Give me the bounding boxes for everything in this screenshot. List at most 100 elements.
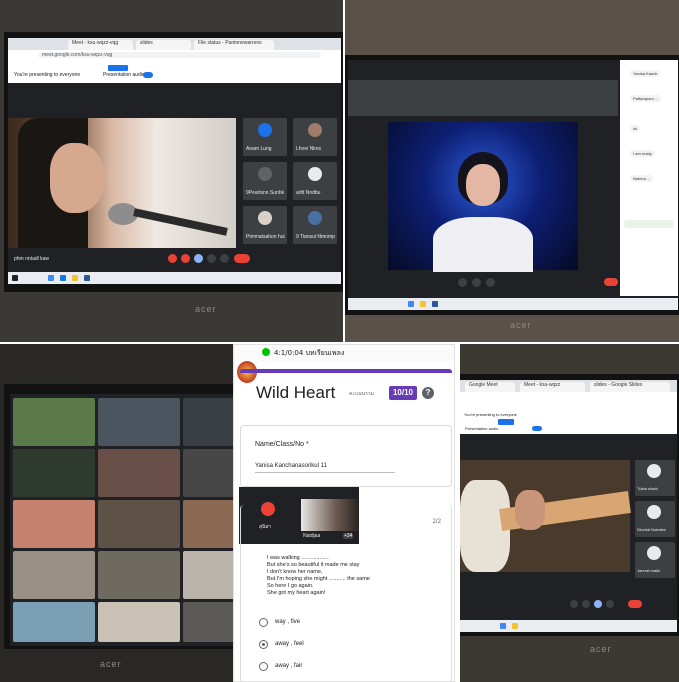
option-radio[interactable] xyxy=(259,662,268,671)
presentation-audio-label: Presentation audio xyxy=(103,72,145,78)
browser-tab[interactable]: slides xyxy=(136,40,191,50)
participant-tile[interactable]: Anam Lung xyxy=(243,118,287,156)
screen: Google Meet Meet - ksu-wqzz slides - Goo… xyxy=(460,380,677,632)
participant-tile[interactable] xyxy=(183,602,236,642)
participant-name: Tukta ubahi xyxy=(637,486,658,491)
start-icon[interactable] xyxy=(12,275,18,281)
windows-taskbar xyxy=(348,298,678,310)
stop-presenting-button[interactable] xyxy=(498,419,514,425)
participant-tile[interactable]: Tukta ubahi xyxy=(635,460,675,496)
presentation-audio-toggle[interactable] xyxy=(532,426,542,431)
word-icon[interactable] xyxy=(84,275,90,281)
chat-message: Natcha ... xyxy=(630,175,654,182)
participant-tile[interactable] xyxy=(98,398,180,446)
more-options-button[interactable] xyxy=(606,600,614,608)
participant-tile[interactable]: Lhoei Nkns xyxy=(293,118,337,156)
hand-button[interactable] xyxy=(220,254,229,263)
participant-tile[interactable] xyxy=(13,500,95,548)
screen: Meet - ksu-wqzz-vqg slides File status -… xyxy=(8,38,341,284)
lyrics-line: But I'm hoping she might ........... the… xyxy=(267,576,370,582)
end-call-button[interactable] xyxy=(604,278,618,286)
participant-tile[interactable] xyxy=(183,500,236,548)
option-label: away , fair xyxy=(275,663,303,669)
participant-tile[interactable] xyxy=(13,551,95,599)
presentation-audio-toggle[interactable] xyxy=(143,72,153,78)
laptop-brand: acer xyxy=(100,659,122,669)
mic-button[interactable] xyxy=(168,254,177,263)
participant-tile[interactable]: Sinchai Bubalee xyxy=(635,501,675,537)
url-input[interactable]: meet.google.com/ksu-wqzz-vqg xyxy=(38,52,321,58)
option-radio-selected[interactable] xyxy=(259,640,268,649)
participant-name: Lhoei Nkns xyxy=(296,146,322,152)
chrome-icon[interactable] xyxy=(48,275,54,281)
edge-icon[interactable] xyxy=(60,275,66,281)
participant-tile[interactable] xyxy=(183,551,236,599)
participant-name: Anam Lung xyxy=(246,146,272,152)
chat-message: Pattaraporn ... xyxy=(630,95,662,102)
browser-tab[interactable]: Meet - ksu-wqzz-vqg xyxy=(68,40,133,50)
browser-tab[interactable]: File status - Pantonewarrens xyxy=(194,40,274,50)
present-button[interactable] xyxy=(194,254,203,263)
participant-tile[interactable] xyxy=(98,602,180,642)
option-label: away , feel xyxy=(275,641,304,647)
stop-presenting-button[interactable] xyxy=(108,65,128,71)
browser-tab[interactable]: Google Meet xyxy=(465,382,515,392)
avatar xyxy=(258,167,272,181)
present-button[interactable] xyxy=(594,600,602,608)
participant-strip xyxy=(348,80,618,116)
participant-name: arltt Nndbu xyxy=(296,190,321,196)
participant-tile[interactable] xyxy=(13,398,95,446)
participant-tile[interactable] xyxy=(183,449,236,497)
present-button[interactable] xyxy=(486,278,495,287)
shared-video xyxy=(8,118,236,248)
participant-tile[interactable] xyxy=(98,449,180,497)
participant-tile[interactable] xyxy=(98,551,180,599)
avatar xyxy=(258,123,272,137)
mic-button[interactable] xyxy=(458,278,467,287)
participant-tile[interactable]: 9 Tiansui Nmnmp xyxy=(293,206,337,244)
avatar xyxy=(308,123,322,137)
end-call-button[interactable] xyxy=(234,254,250,263)
word-icon[interactable] xyxy=(432,301,438,307)
windows-taskbar xyxy=(8,272,341,284)
teacher-video xyxy=(388,122,578,272)
participant-tile[interactable]: arltt Nndbu xyxy=(293,162,337,200)
browser-tab[interactable]: slides - Google Slides xyxy=(590,382,670,392)
question-label: Name/Class/No * xyxy=(255,441,309,448)
name-answer-field[interactable]: Yanisa Kanchanasorikul 11 xyxy=(255,463,395,473)
presenting-text: You're presenting to everyone xyxy=(464,412,517,417)
participant-name: Jarerat maiki xyxy=(637,568,660,573)
photo-bottom-left: acer xyxy=(0,344,236,682)
participant-tile[interactable]: Jarerat maiki xyxy=(635,542,675,578)
participant-tile[interactable]: Pimmatsahon hui xyxy=(243,206,287,244)
avatar xyxy=(308,167,322,181)
more-options-button[interactable] xyxy=(207,254,216,263)
participant-tile[interactable] xyxy=(13,602,95,642)
chat-input[interactable] xyxy=(624,220,674,228)
chrome-icon[interactable] xyxy=(500,623,506,629)
page-indicator: 2/2 xyxy=(432,519,441,525)
camera-button[interactable] xyxy=(472,278,481,287)
participant-tile[interactable] xyxy=(183,398,236,446)
browser-tab-bar: Meet - ksu-wqzz-vqg slides File status -… xyxy=(8,38,341,50)
folder-icon[interactable] xyxy=(72,275,78,281)
camera-button[interactable] xyxy=(181,254,190,263)
option-radio[interactable] xyxy=(259,618,268,627)
chrome-icon[interactable] xyxy=(408,301,414,307)
participant-name: 9Pearlsnn Sunhk xyxy=(246,190,285,196)
browser-tab[interactable]: Meet - ksu-wqzz xyxy=(520,382,585,392)
browser-tab-bar: Google Meet Meet - ksu-wqzz slides - Goo… xyxy=(460,380,677,392)
avatar xyxy=(258,211,272,225)
folder-icon[interactable] xyxy=(420,301,426,307)
folder-icon[interactable] xyxy=(512,623,518,629)
help-icon[interactable]: ? xyxy=(422,387,434,399)
presenting-banner: You're presenting to everyone Presentati… xyxy=(8,65,341,83)
participant-tile[interactable]: 9Pearlsnn Sunhk xyxy=(243,162,287,200)
form-title: Wild Heart xyxy=(256,383,336,402)
mic-button[interactable] xyxy=(570,600,578,608)
camera-button[interactable] xyxy=(582,600,590,608)
chat-message: I am ready xyxy=(630,150,655,157)
participant-tile[interactable] xyxy=(98,500,180,548)
end-call-button[interactable] xyxy=(628,600,642,608)
participant-tile[interactable] xyxy=(13,449,95,497)
